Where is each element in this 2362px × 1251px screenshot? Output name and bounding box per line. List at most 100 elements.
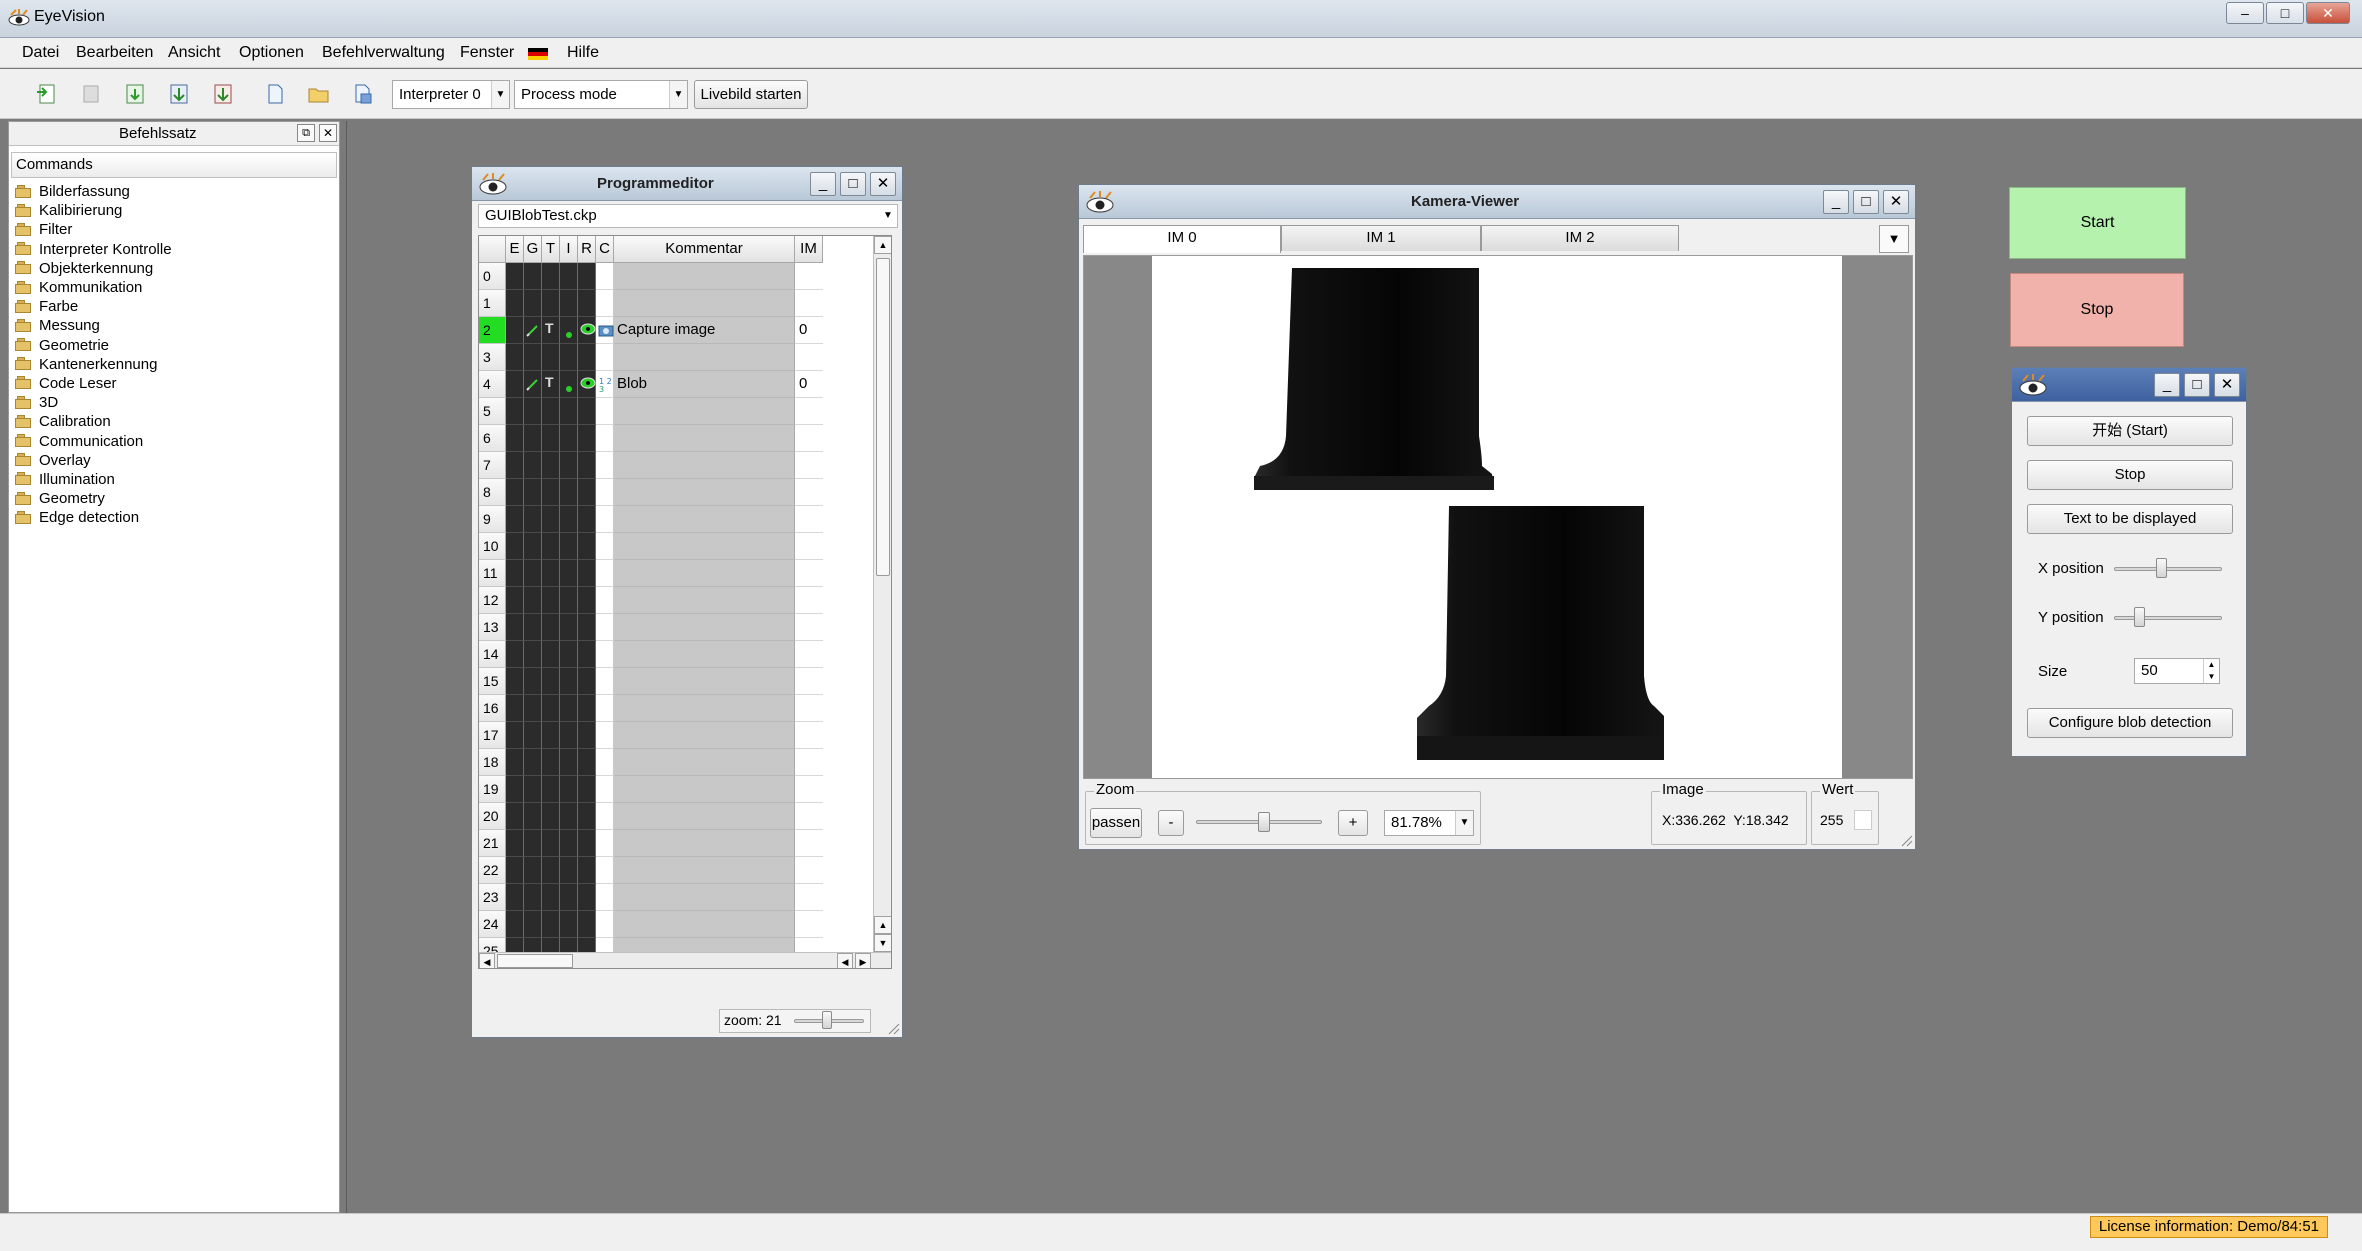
command-tree-item[interactable]: Farbe bbox=[15, 297, 172, 316]
flag-cell[interactable] bbox=[542, 668, 560, 695]
table-row[interactable]: 19 bbox=[479, 776, 891, 803]
table-row[interactable]: 22 bbox=[479, 857, 891, 884]
move-bottom-icon[interactable] bbox=[210, 82, 236, 106]
flag-cell[interactable] bbox=[578, 641, 596, 668]
flag-cell[interactable] bbox=[542, 614, 560, 641]
save-file-icon[interactable] bbox=[350, 82, 376, 106]
flag-cell[interactable] bbox=[578, 533, 596, 560]
im-cell[interactable] bbox=[795, 830, 823, 857]
chinese-start-button[interactable]: 开始 (Start) bbox=[2027, 416, 2233, 446]
flag-cell[interactable] bbox=[578, 830, 596, 857]
flag-cell[interactable] bbox=[578, 452, 596, 479]
tabs-menu-button[interactable]: ▼ bbox=[1879, 225, 1909, 253]
flag-cell[interactable] bbox=[542, 857, 560, 884]
flag-cell[interactable] bbox=[560, 722, 578, 749]
flag-cell[interactable] bbox=[506, 344, 524, 371]
flag-cell[interactable] bbox=[578, 776, 596, 803]
flag-cell[interactable] bbox=[524, 668, 542, 695]
maximize-button[interactable]: □ bbox=[1853, 190, 1879, 214]
comment-cell[interactable] bbox=[614, 344, 795, 371]
control-stop-button[interactable]: Stop bbox=[2027, 460, 2233, 490]
row-number[interactable]: 13 bbox=[479, 614, 506, 641]
vertical-scrollbar[interactable]: ▲ ▲ ▼ bbox=[873, 236, 891, 954]
flag-cell[interactable] bbox=[506, 479, 524, 506]
pencil-icon[interactable] bbox=[526, 377, 540, 391]
grid-header[interactable]: Kommentar bbox=[614, 236, 795, 263]
comment-cell[interactable] bbox=[614, 722, 795, 749]
c-cell[interactable] bbox=[596, 803, 614, 830]
c-cell[interactable] bbox=[596, 479, 614, 506]
command-tree-item[interactable]: Communication bbox=[15, 431, 172, 450]
flag-cell[interactable] bbox=[524, 533, 542, 560]
command-tree-item[interactable]: Kantenerkennung bbox=[15, 355, 172, 374]
flag-cell[interactable] bbox=[578, 479, 596, 506]
c-cell[interactable] bbox=[596, 911, 614, 938]
row-number[interactable]: 24 bbox=[479, 911, 506, 938]
tab-im2[interactable]: IM 2 bbox=[1481, 225, 1679, 251]
flag-cell[interactable] bbox=[524, 425, 542, 452]
flag-cell[interactable] bbox=[578, 344, 596, 371]
pencil-icon[interactable] bbox=[526, 323, 540, 337]
row-number[interactable]: 21 bbox=[479, 830, 506, 857]
scroll-left-icon[interactable]: ◀ bbox=[837, 953, 853, 968]
resize-grip-icon[interactable] bbox=[886, 1021, 900, 1035]
flag-cell[interactable] bbox=[578, 614, 596, 641]
command-tree-item[interactable]: Edge detection bbox=[15, 508, 172, 527]
im-cell[interactable] bbox=[795, 452, 823, 479]
flag-cell[interactable] bbox=[578, 857, 596, 884]
table-row[interactable]: 21 bbox=[479, 830, 891, 857]
c-cell[interactable] bbox=[596, 830, 614, 857]
flag-cell[interactable] bbox=[560, 668, 578, 695]
im-cell[interactable] bbox=[795, 749, 823, 776]
flag-cell[interactable] bbox=[524, 776, 542, 803]
flag-cell[interactable] bbox=[524, 587, 542, 614]
flag-cell[interactable] bbox=[506, 695, 524, 722]
flag-cell[interactable] bbox=[578, 425, 596, 452]
row-number[interactable]: 18 bbox=[479, 749, 506, 776]
row-number[interactable]: 1 bbox=[479, 290, 506, 317]
flag-cell[interactable] bbox=[560, 884, 578, 911]
flag-cell[interactable] bbox=[542, 533, 560, 560]
flag-cell[interactable] bbox=[542, 479, 560, 506]
im-cell[interactable] bbox=[795, 425, 823, 452]
maximize-button[interactable]: □ bbox=[2266, 2, 2304, 24]
stop-button[interactable]: Stop bbox=[2010, 273, 2184, 347]
program-file-select[interactable]: GUIBlobTest.ckp ▼ bbox=[478, 204, 898, 228]
flag-cell[interactable] bbox=[506, 452, 524, 479]
row-number[interactable]: 7 bbox=[479, 452, 506, 479]
table-row[interactable]: 4 Blob 0 T 1 23 bbox=[479, 371, 891, 398]
c-cell[interactable] bbox=[596, 641, 614, 668]
flag-cell[interactable] bbox=[542, 722, 560, 749]
comment-cell[interactable] bbox=[614, 911, 795, 938]
command-tree-item[interactable]: Kalibirierung bbox=[15, 201, 172, 220]
c-cell[interactable] bbox=[596, 398, 614, 425]
table-row[interactable]: 18 bbox=[479, 749, 891, 776]
flag-cell[interactable] bbox=[506, 857, 524, 884]
interpreter-select[interactable]: Interpreter 0 ▼ bbox=[392, 80, 510, 109]
flag-cell[interactable] bbox=[524, 722, 542, 749]
command-tree-item[interactable]: Geometrie bbox=[15, 336, 172, 355]
scroll-up-icon[interactable]: ▲ bbox=[874, 236, 891, 254]
c-cell[interactable] bbox=[596, 857, 614, 884]
flag-cell[interactable] bbox=[506, 722, 524, 749]
c-cell[interactable] bbox=[596, 263, 614, 290]
flag-cell[interactable] bbox=[524, 614, 542, 641]
im-cell[interactable] bbox=[795, 776, 823, 803]
camera-zoom-slider-thumb[interactable] bbox=[1258, 812, 1270, 832]
flag-cell[interactable] bbox=[542, 398, 560, 425]
flag-cell[interactable] bbox=[560, 749, 578, 776]
row-number[interactable]: 17 bbox=[479, 722, 506, 749]
flag-cell[interactable] bbox=[542, 587, 560, 614]
im-cell[interactable] bbox=[795, 290, 823, 317]
flag-cell[interactable] bbox=[560, 263, 578, 290]
im-cell[interactable] bbox=[795, 668, 823, 695]
flag-cell[interactable] bbox=[560, 641, 578, 668]
flag-cell[interactable] bbox=[578, 911, 596, 938]
row-number[interactable]: 6 bbox=[479, 425, 506, 452]
table-row[interactable]: 11 bbox=[479, 560, 891, 587]
comment-cell[interactable] bbox=[614, 803, 795, 830]
eye-run-icon[interactable] bbox=[580, 376, 596, 390]
mode-select[interactable]: Process mode ▼ bbox=[514, 80, 688, 109]
table-row[interactable]: 7 bbox=[479, 452, 891, 479]
comment-cell[interactable]: Capture image bbox=[614, 317, 795, 344]
